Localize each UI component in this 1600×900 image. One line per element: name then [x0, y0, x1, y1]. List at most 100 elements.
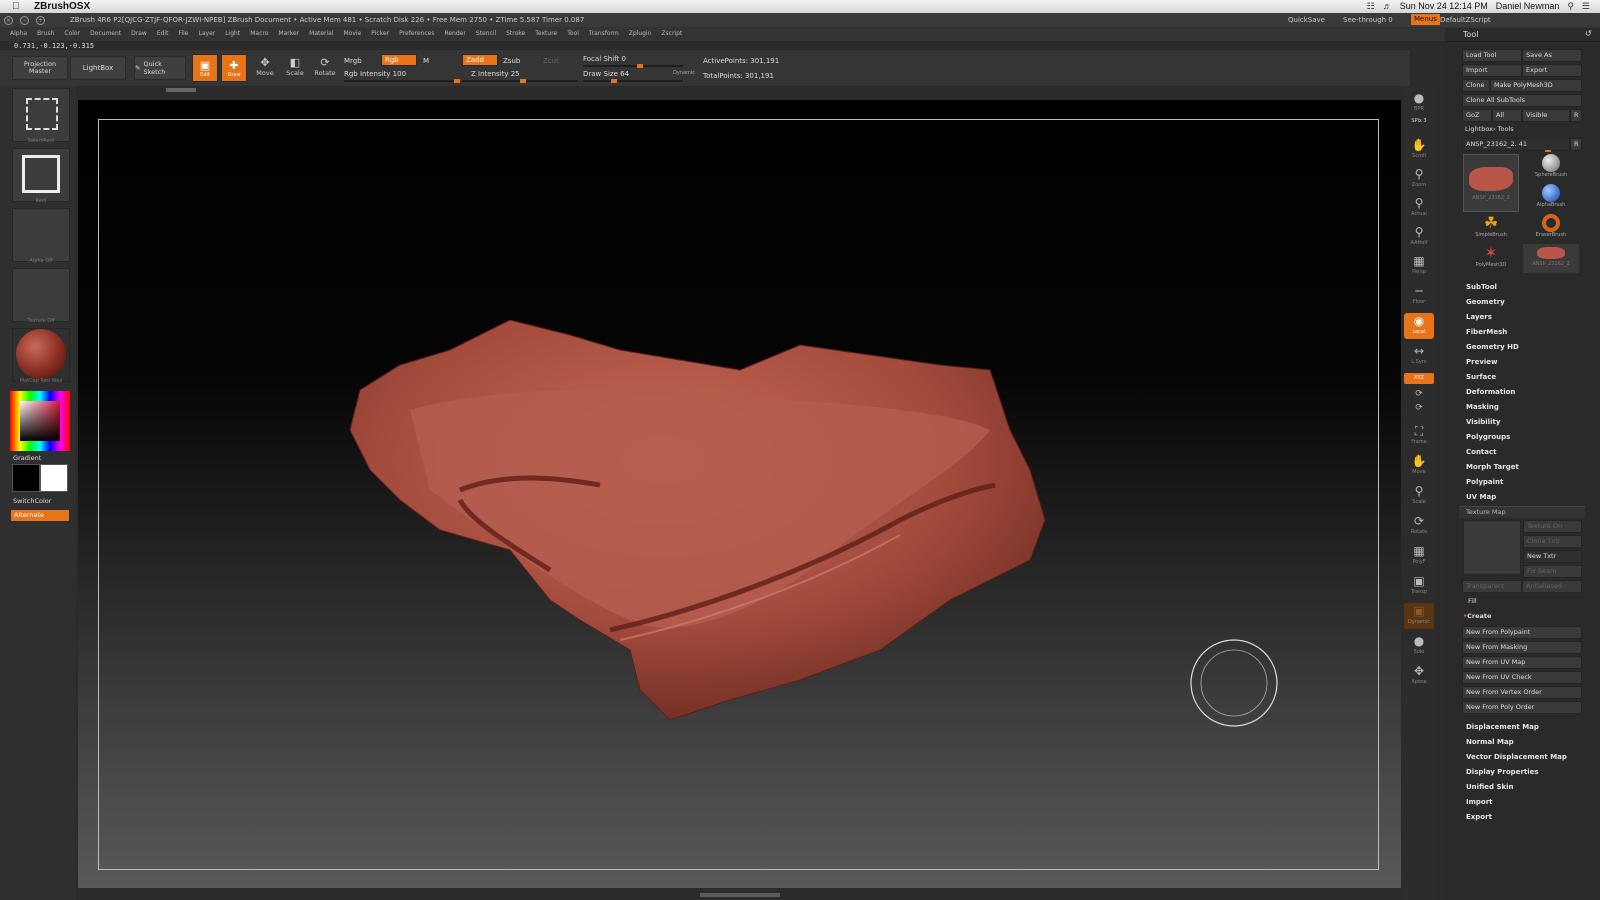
tool-thumb-alphabrush[interactable]: AlphaBrush: [1523, 184, 1579, 213]
lightbox-tools-button[interactable]: Lightbox› Tools: [1465, 125, 1514, 133]
menu-texture[interactable]: Texture: [535, 30, 557, 37]
polyf-button[interactable]: ▦ PolyF: [1404, 543, 1434, 569]
transparent-button[interactable]: Transparent: [1462, 580, 1522, 593]
menu-movie[interactable]: Movie: [344, 30, 362, 37]
scale-view-button[interactable]: ⚲ Scale: [1404, 483, 1434, 509]
section-polygroups[interactable]: Polygroups: [1466, 433, 1510, 441]
draw-size-slider[interactable]: [583, 79, 683, 83]
section-export[interactable]: Export: [1466, 813, 1492, 821]
rotate-view-button[interactable]: ⟳ Rotate: [1404, 513, 1434, 539]
menu-file[interactable]: File: [178, 30, 188, 37]
new-txtr-button[interactable]: New Txtr: [1523, 550, 1582, 563]
section-uv-map[interactable]: UV Map: [1466, 493, 1496, 501]
menu-preferences[interactable]: Preferences: [399, 30, 434, 37]
aahalf-button[interactable]: ⚲ AAHalf: [1404, 224, 1434, 250]
menu-draw[interactable]: Draw: [131, 30, 147, 37]
sculpt-mesh[interactable]: [340, 320, 1070, 740]
section-subtool[interactable]: SubTool: [1466, 283, 1497, 291]
xpose-button[interactable]: ✥ Xpose: [1404, 663, 1434, 689]
tool-thumb-simplebrush[interactable]: ☘ SimpleBrush: [1463, 214, 1519, 243]
menu-color[interactable]: Color: [64, 30, 80, 37]
clock[interactable]: Sun Nov 24 12:14 PM: [1400, 0, 1488, 13]
focal-shift-slider[interactable]: [583, 64, 683, 68]
bottom-shelf-handle[interactable]: [700, 893, 780, 897]
menu-material[interactable]: Material: [309, 30, 333, 37]
create-subsection[interactable]: •Create: [1463, 612, 1491, 620]
menu-stroke[interactable]: Stroke: [506, 30, 525, 37]
notification-icon[interactable]: ☰: [1582, 0, 1590, 13]
rect-stroke-button[interactable]: [12, 148, 70, 202]
menu-document[interactable]: Document: [90, 30, 121, 37]
zcut-button[interactable]: Zcut: [543, 57, 559, 65]
edit-mode-button[interactable]: ▣ Edit: [192, 54, 218, 82]
section-masking[interactable]: Masking: [1466, 403, 1499, 411]
menu-light[interactable]: Light: [225, 30, 240, 37]
dynamic-ghost-button[interactable]: ▣ Dynamic: [1404, 603, 1434, 629]
menu-render[interactable]: Render: [444, 30, 465, 37]
default-zscript-button[interactable]: DefaultZScript: [1440, 13, 1491, 27]
goz-all-button[interactable]: All: [1492, 109, 1522, 122]
section-preview[interactable]: Preview: [1466, 358, 1498, 366]
draw-mode-button[interactable]: ✚ Draw: [221, 54, 247, 82]
section-displacement-map[interactable]: Displacement Map: [1466, 723, 1539, 731]
m-button[interactable]: M: [423, 57, 429, 65]
clone-button[interactable]: Clone: [1462, 79, 1490, 92]
lightbox-button[interactable]: LightBox: [70, 56, 126, 80]
texture-button[interactable]: [12, 268, 70, 322]
menu-brush[interactable]: Brush: [37, 30, 54, 37]
quick-sketch-button[interactable]: ✎ Quick Sketch: [134, 56, 186, 80]
section-normal-map[interactable]: Normal Map: [1466, 738, 1514, 746]
import-button[interactable]: Import: [1462, 64, 1522, 77]
fill-button[interactable]: Fill: [1468, 597, 1477, 605]
actual-button[interactable]: ⚲ Actual: [1404, 195, 1434, 221]
new-from-poly-order-button[interactable]: New From Poly Order: [1462, 701, 1582, 714]
section-unified-skin[interactable]: Unified Skin: [1466, 783, 1514, 791]
section-fibermesh[interactable]: FiberMesh: [1466, 328, 1507, 336]
tool-r-button[interactable]: R: [1570, 138, 1582, 151]
menu-picker[interactable]: Picker: [371, 30, 389, 37]
goz-visible-button[interactable]: Visible: [1522, 109, 1570, 122]
user-name[interactable]: Daniel Newman: [1496, 0, 1560, 13]
scale-mode-button[interactable]: ◧ Scale: [282, 56, 308, 77]
menu-transform[interactable]: Transform: [589, 30, 619, 37]
section-import[interactable]: Import: [1466, 798, 1493, 806]
zadd-button[interactable]: Zadd: [462, 54, 498, 66]
gradient-label[interactable]: Gradient: [13, 454, 41, 462]
rotate-z-icon[interactable]: ⟳: [1404, 402, 1434, 414]
menu-macro[interactable]: Macro: [250, 30, 268, 37]
section-vector-displacement-map[interactable]: Vector Displacement Map: [1466, 753, 1567, 761]
bpr-button[interactable]: ● BPR: [1404, 90, 1434, 116]
tool-thumb-eraserbrush[interactable]: EraserBrush: [1523, 214, 1579, 243]
rgb-intensity-slider[interactable]: [344, 79, 460, 83]
switch-color-button[interactable]: SwitchColor: [13, 497, 51, 505]
export-button[interactable]: Export: [1522, 64, 1582, 77]
texture-map-thumb[interactable]: [1463, 520, 1521, 575]
mrgb-button[interactable]: Mrgb: [344, 57, 362, 65]
app-name[interactable]: ZBrushOSX: [34, 0, 90, 13]
section-polypaint[interactable]: Polypaint: [1466, 478, 1503, 486]
menu-edit[interactable]: Edit: [157, 30, 169, 37]
solo-button[interactable]: ● Solo: [1404, 633, 1434, 659]
material-button[interactable]: [12, 328, 70, 382]
new-from-masking-button[interactable]: New From Masking: [1462, 641, 1582, 654]
tool-palette-header[interactable]: Tool ↺: [1445, 28, 1600, 42]
move-mode-button[interactable]: ✥ Move: [252, 56, 278, 77]
save-as-button[interactable]: Save As: [1522, 49, 1582, 62]
texture-map-header[interactable]: Texture Map: [1459, 506, 1585, 518]
select-rect-button[interactable]: [12, 88, 70, 142]
section-geometry-hd[interactable]: Geometry HD: [1466, 343, 1519, 351]
section-geometry[interactable]: Geometry: [1466, 298, 1505, 306]
goz-button[interactable]: GoZ: [1462, 109, 1492, 122]
minimize-icon[interactable]: –: [20, 16, 29, 25]
maximize-icon[interactable]: +: [36, 16, 45, 25]
secondary-color-swatch[interactable]: [40, 464, 68, 492]
lsym-button[interactable]: ↔ L.Sym: [1404, 343, 1434, 369]
see-through-slider[interactable]: See-through 0: [1343, 13, 1393, 27]
palette-popout-icon[interactable]: ↺: [1585, 29, 1592, 38]
antialiased-button[interactable]: Antialiased: [1522, 580, 1582, 593]
persp-button[interactable]: ▦ Persp: [1404, 253, 1434, 279]
section-contact[interactable]: Contact: [1466, 448, 1497, 456]
new-from-polypaint-button[interactable]: New From Polypaint: [1462, 626, 1582, 639]
tool-thumb-ansp[interactable]: ANSP_23162_2: [1463, 154, 1519, 212]
tool-thumb-spherebrush[interactable]: SphereBrush: [1523, 154, 1579, 183]
